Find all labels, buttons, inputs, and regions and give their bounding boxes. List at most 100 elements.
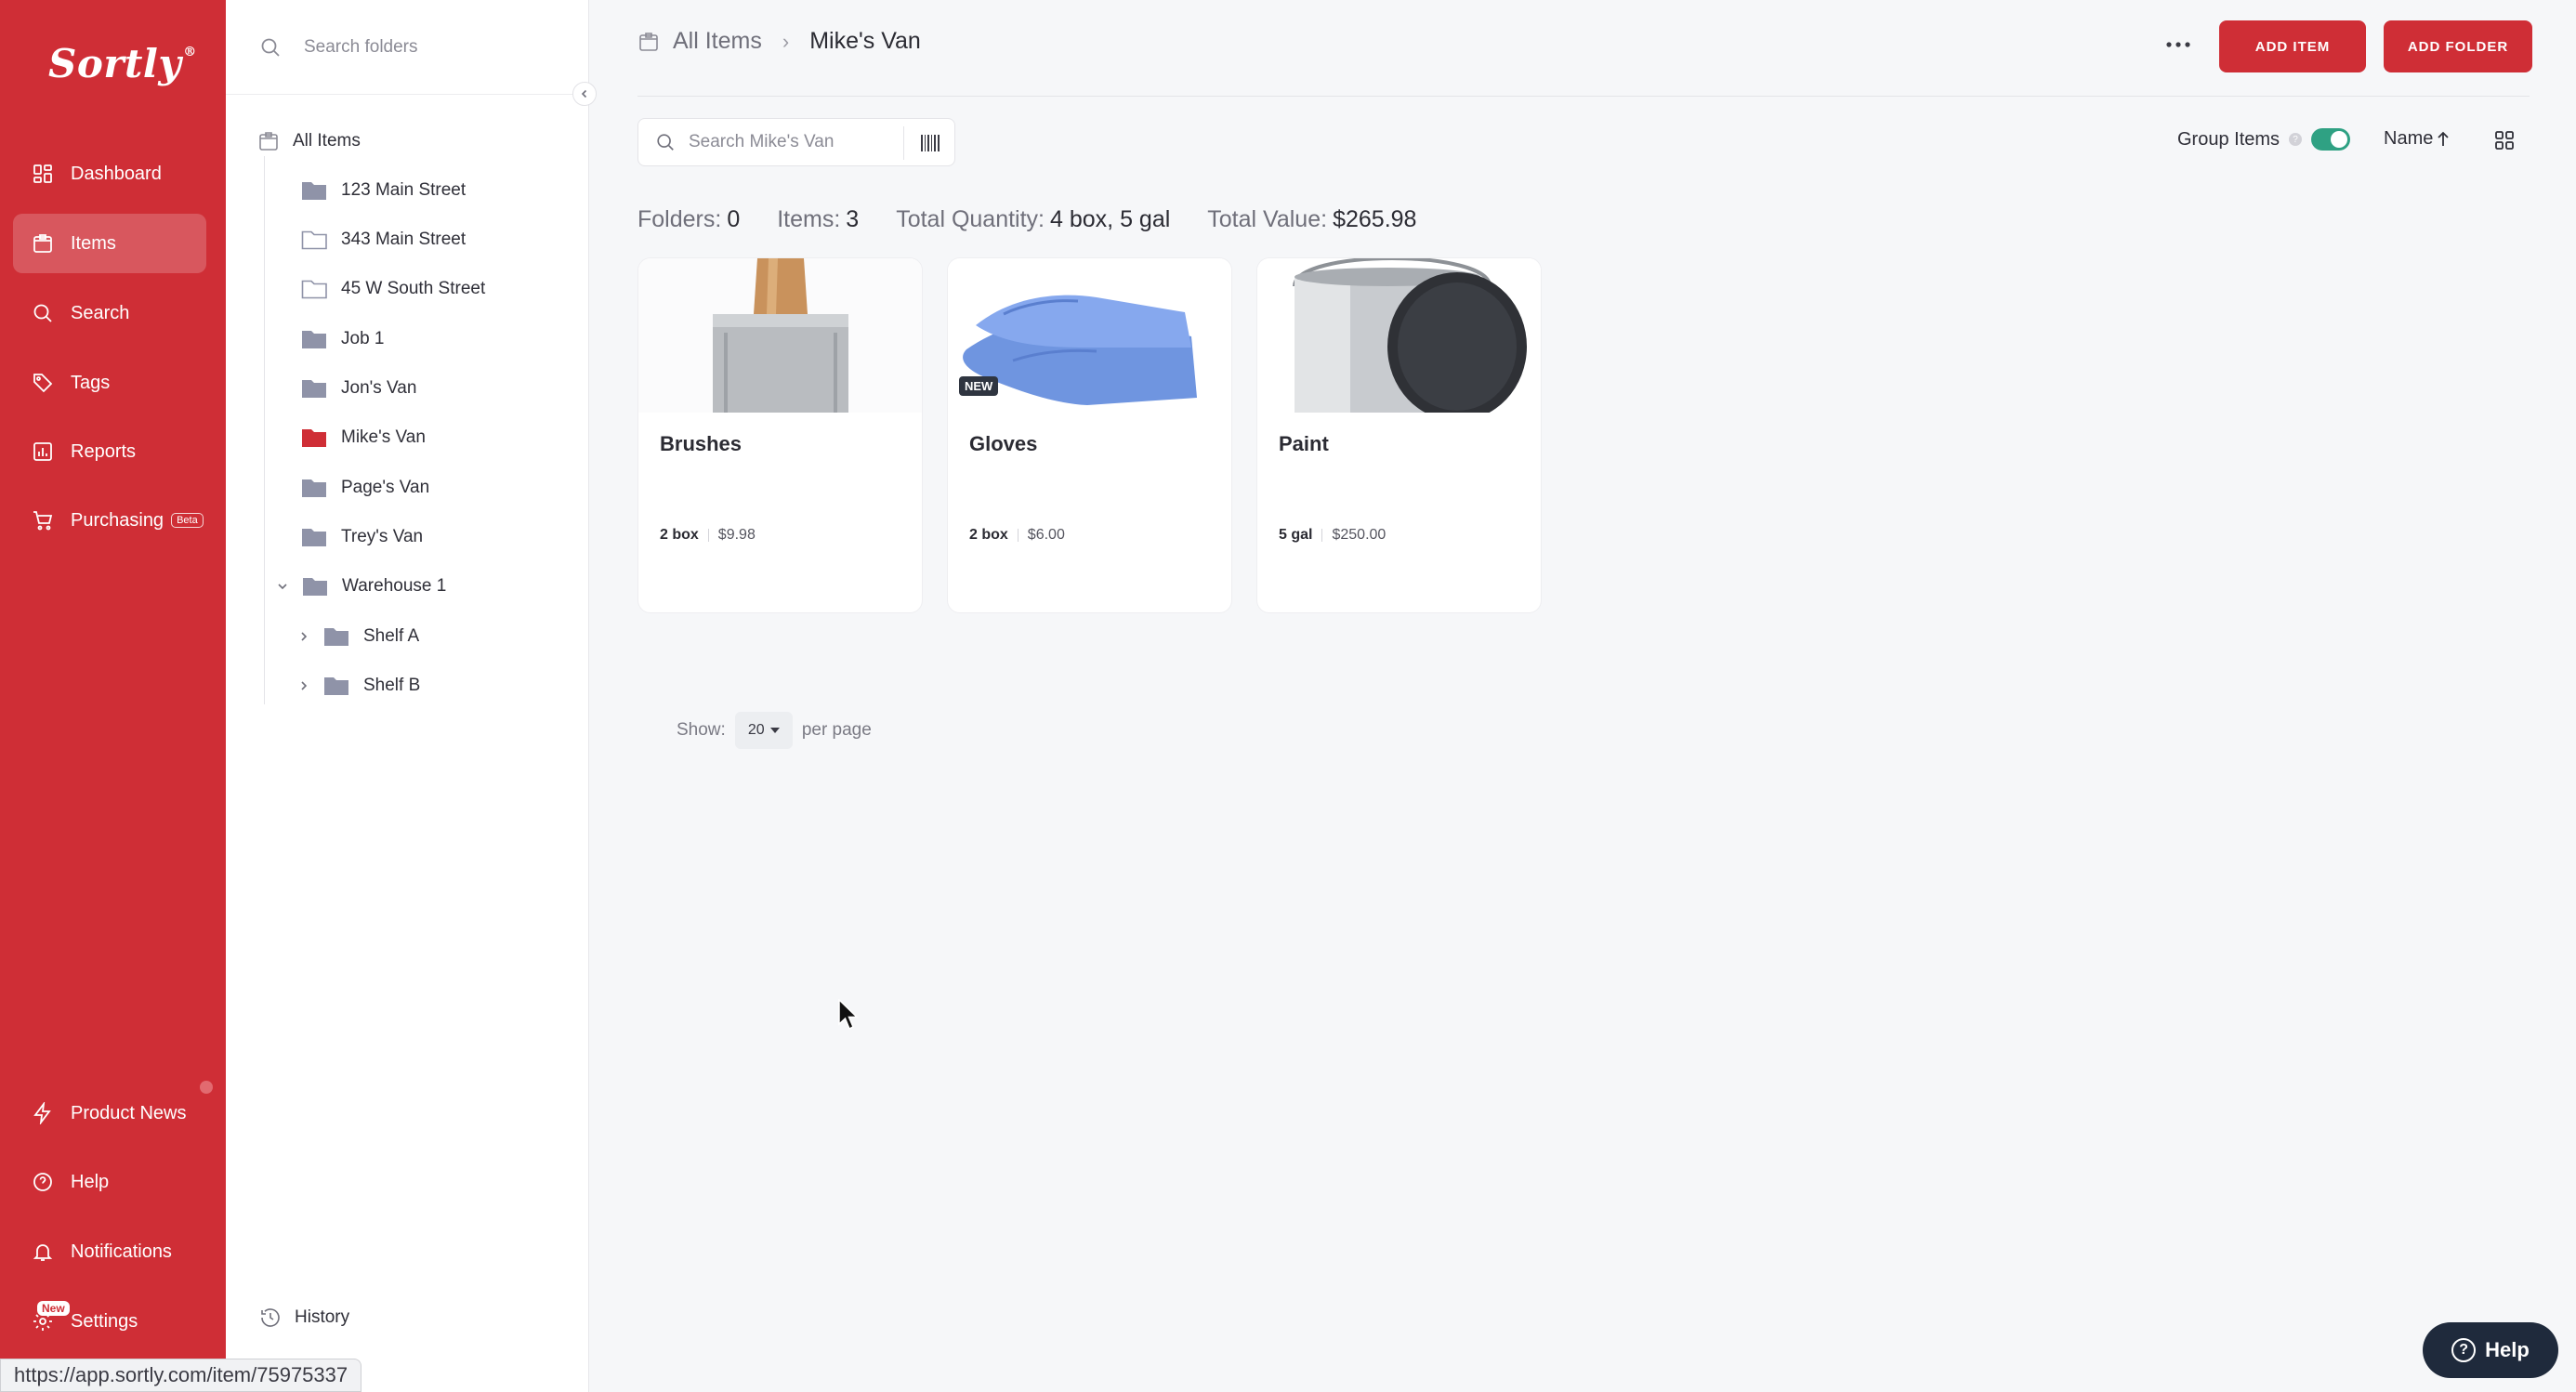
logo-mark: ® (183, 45, 197, 59)
main-content: All Items › Mike's Van ADD ITEM ADD FOLD… (589, 0, 2576, 1392)
folder-icon (302, 380, 326, 398)
item-card[interactable]: Brushes 2 box $9.98 (637, 257, 923, 613)
nav-item-label: Tags (71, 372, 111, 393)
search-icon (655, 132, 676, 152)
folder-icon (303, 578, 327, 596)
stat-value: $265.98 (1333, 206, 1417, 232)
folder-label: Mike's Van (341, 427, 426, 447)
per-page-label: per page (801, 720, 872, 740)
nav-item-purchasing[interactable]: Purchasing Beta (13, 491, 206, 550)
caret-down-icon (769, 728, 780, 733)
help-widget-button[interactable]: ? Help (2423, 1322, 2558, 1378)
folder-icon (302, 479, 326, 497)
folder-outline-icon (301, 280, 327, 299)
folder-label: Page's Van (341, 478, 430, 497)
stat-value-total: Total Value: $265.98 (1207, 206, 1416, 233)
folder-all-items[interactable]: All Items (257, 123, 361, 160)
tree-line (264, 156, 265, 704)
grid-view-icon[interactable] (2494, 130, 2515, 151)
chevron-down-icon[interactable] (275, 579, 290, 594)
search-icon (259, 36, 282, 59)
folder-label: 343 Main Street (341, 230, 467, 249)
nav-item-help[interactable]: Help (13, 1152, 206, 1212)
folder-label: 123 Main Street (341, 180, 467, 200)
bell-icon (30, 1239, 56, 1265)
subfolder-item[interactable]: Shelf B (296, 667, 420, 704)
folder-item-expanded[interactable]: Warehouse 1 (275, 568, 446, 605)
pagination: Show: 20 per page (677, 712, 872, 749)
item-card[interactable]: Paint 5 gal $250.00 (1256, 257, 1542, 613)
item-search[interactable]: Search Mike's Van (637, 118, 955, 166)
nav-item-reports[interactable]: Reports (13, 422, 206, 481)
question-icon: ? (2451, 1338, 2477, 1362)
item-meta: 2 box $9.98 (660, 527, 756, 544)
sort-control[interactable]: Name (2384, 128, 2450, 150)
sort-label: Name (2384, 128, 2434, 149)
breadcrumb-root[interactable]: All Items (673, 28, 762, 55)
nav-item-items[interactable]: Items (13, 214, 206, 273)
item-meta: 2 box $6.00 (969, 527, 1065, 544)
search-divider (903, 126, 904, 160)
nav-item-label: Dashboard (71, 163, 162, 184)
folder-icon (302, 331, 326, 348)
folder-item[interactable]: 343 Main Street (300, 221, 466, 258)
per-page-select[interactable]: 20 (734, 712, 793, 749)
nav-item-product-news[interactable]: Product News (13, 1083, 206, 1143)
nav-item-search[interactable]: Search (13, 283, 206, 343)
add-item-button[interactable]: ADD ITEM (2219, 20, 2366, 72)
folder-label: Job 1 (341, 329, 385, 348)
folder-item[interactable]: Trey's Van (300, 519, 423, 556)
nav-item-label: Notifications (71, 1241, 172, 1262)
group-items-toggle[interactable] (2311, 128, 2351, 151)
nav-item-notifications[interactable]: Notifications (13, 1222, 206, 1281)
chevron-right-icon[interactable] (296, 678, 311, 693)
nav-item-tags[interactable]: Tags (13, 353, 206, 413)
nav-item-label: Help (71, 1171, 110, 1192)
nav-item-dashboard[interactable]: Dashboard (13, 144, 206, 204)
brush-image (638, 258, 922, 413)
folder-item[interactable]: Jon's Van (300, 370, 416, 407)
help-widget-label: Help (2485, 1338, 2530, 1361)
more-options-icon[interactable] (2160, 32, 2197, 58)
new-badge: New (37, 1301, 70, 1316)
history-link[interactable]: History (259, 1307, 349, 1329)
folder-icon (302, 182, 326, 200)
item-meta: 5 gal $250.00 (1279, 527, 1386, 544)
items-icon (30, 230, 56, 256)
item-price: $9.98 (717, 527, 756, 543)
info-icon[interactable]: ? (2289, 133, 2303, 146)
nav-item-label: Purchasing (71, 509, 164, 531)
folder-item[interactable]: 123 Main Street (300, 172, 466, 209)
folder-label: 45 W South Street (341, 279, 486, 298)
reports-icon (30, 439, 56, 465)
folder-item[interactable]: Page's Van (300, 469, 429, 506)
dashboard-icon (30, 161, 56, 187)
folder-search[interactable]: Search folders (226, 0, 589, 95)
group-items-label: Group Items (2177, 128, 2280, 150)
search-icon (30, 300, 56, 326)
history-icon (259, 1307, 282, 1329)
nav-item-label: Search (71, 302, 130, 323)
items-icon (257, 130, 280, 152)
chevron-right-icon[interactable] (296, 629, 311, 644)
meta-separator (1321, 529, 1323, 542)
sortly-logo[interactable]: Sortly ® (48, 41, 197, 86)
folder-item-selected[interactable]: Mike's Van (300, 419, 426, 456)
item-search-input[interactable]: Search Mike's Van (689, 132, 834, 152)
add-folder-button[interactable]: ADD FOLDER (2384, 20, 2532, 72)
folder-item[interactable]: Job 1 (300, 321, 384, 358)
folder-label: Warehouse 1 (342, 576, 447, 596)
subfolder-item[interactable]: Shelf A (296, 618, 419, 655)
status-url-bar: https://app.sortly.com/item/75975337 (0, 1359, 362, 1392)
stat-value: 0 (727, 206, 741, 232)
folder-icon (324, 628, 348, 646)
item-name: Paint (1279, 432, 1329, 455)
barcode-icon[interactable] (919, 132, 941, 154)
folder-item[interactable]: 45 W South Street (300, 270, 485, 308)
folder-label: Trey's Van (341, 527, 424, 546)
item-card[interactable]: NEW Gloves 2 box $6.00 (947, 257, 1232, 613)
stat-label: Folders: (637, 206, 722, 232)
item-quantity: 2 box (969, 527, 1008, 543)
folder-search-input[interactable]: Search folders (304, 37, 418, 58)
item-price: $6.00 (1027, 527, 1065, 543)
